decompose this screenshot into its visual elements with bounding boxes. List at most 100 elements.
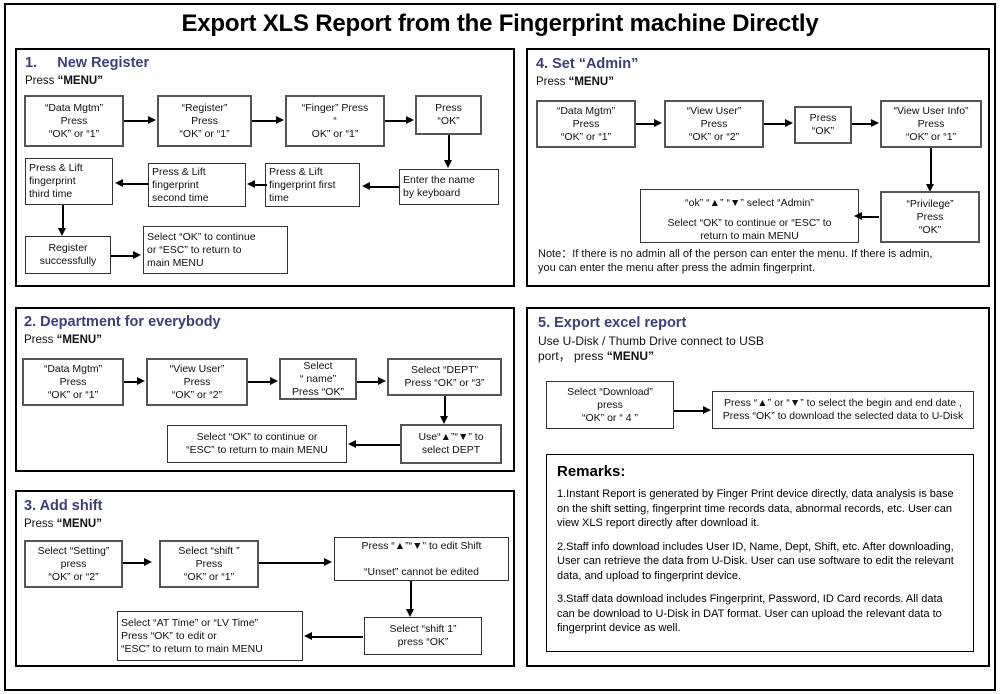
connector-line bbox=[636, 123, 655, 125]
arrow-left-icon bbox=[854, 212, 862, 220]
flow-box-select-time[interactable]: Select “AT Time” or “LV Time” Press “OK”… bbox=[117, 611, 303, 661]
flow-box-press-ok[interactable]: Press “OK” bbox=[794, 106, 852, 144]
remarks-item: 2.Staff info download includes User ID, … bbox=[557, 540, 954, 582]
arrow-left-icon bbox=[362, 182, 370, 190]
arrow-right-icon bbox=[378, 377, 386, 385]
flow-box-label: Use“▲”“▼” to select DEPT bbox=[418, 431, 484, 456]
panel-department: 2. Department for everybody Press “MENU”… bbox=[15, 307, 515, 472]
flow-box-label: Press “▲” or “▼” to select the begin and… bbox=[722, 397, 964, 422]
flow-box-data-mgtm[interactable]: “Data Mgtm” Press “OK” or “1” bbox=[536, 100, 636, 148]
flow-box-select-ok-continue[interactable]: Select “OK” to continue or “ESC” to retu… bbox=[143, 226, 288, 274]
flow-box-select-dept[interactable]: Select “DEPT” Press “OK” or “3” bbox=[387, 358, 502, 396]
connector-line bbox=[448, 135, 450, 162]
flow-box-select-shift1[interactable]: Select “shift 1” press “OK” bbox=[364, 617, 482, 655]
flow-box-select-admin[interactable]: “ok” “▲” “▼” select “Admin” Select “OK” … bbox=[640, 189, 859, 243]
flow-box-label: “Privilege” Press “OK” bbox=[906, 197, 954, 236]
flow-box-view-user[interactable]: “View User” Press “OK” or “2” bbox=[146, 358, 248, 406]
flow-box-label: Enter the name by keyboard bbox=[403, 174, 475, 199]
press-label: Press bbox=[24, 334, 57, 346]
flow-box-data-mgtm[interactable]: “Data Mgtm” Press “OK” or “1” bbox=[22, 358, 124, 406]
flow-box-label: “View User” Press “OK” or “2” bbox=[169, 362, 225, 401]
connector-line bbox=[764, 123, 786, 125]
flow-box-view-user[interactable]: “View User” Press “OK” or “2” bbox=[664, 100, 764, 148]
flow-box-label: Select “DEPT” Press “OK” or “3” bbox=[404, 364, 485, 389]
flow-box-enter-name[interactable]: Enter the name by keyboard bbox=[399, 169, 499, 205]
panel-subtitle-add-shift: Press “MENU” bbox=[24, 517, 102, 531]
flow-box-finger[interactable]: “Finger” Press “ OK” or “1” bbox=[285, 95, 385, 147]
flow-box-label: “View User” Press “OK” or “2” bbox=[686, 104, 742, 143]
flow-box-label: Select “shift ” Press “OK” or “1” bbox=[178, 544, 240, 583]
connector-line bbox=[124, 120, 149, 122]
menu-key-label: “MENU” bbox=[568, 76, 614, 88]
flow-box-lift-first[interactable]: Press & Lift fingerprint first time bbox=[265, 163, 360, 207]
menu-key-label: “MENU” bbox=[56, 518, 102, 530]
flow-box-select-shift[interactable]: Select “shift ” Press “OK” or “1” bbox=[159, 540, 259, 588]
connector-line bbox=[357, 381, 379, 383]
arrow-right-icon bbox=[276, 116, 284, 124]
press-label: Press bbox=[24, 518, 57, 530]
flow-box-label: “Register” Press “OK” or “1” bbox=[179, 101, 230, 140]
remarks-box: Remarks: 1.Instant Report is generated b… bbox=[546, 454, 974, 652]
connector-line bbox=[248, 381, 271, 383]
flow-box-label: Select “shift 1” press “OK” bbox=[389, 623, 457, 648]
flow-box-label: “Finger” Press “ OK” or “1” bbox=[301, 101, 369, 140]
flow-box-privilege[interactable]: “Privilege” Press “OK” bbox=[880, 191, 980, 243]
arrow-right-icon bbox=[785, 119, 793, 127]
flow-box-label: Select “ name” Press “OK” bbox=[292, 359, 344, 398]
panel-set-admin: 4. Set “Admin” Press “MENU” “Data Mgtm” … bbox=[526, 48, 990, 287]
flow-box-select-download[interactable]: Select “Download” press “OK” or “ 4 ” bbox=[546, 381, 674, 429]
flow-box-label-line2: Select “OK” to continue or “ESC” to retu… bbox=[667, 217, 832, 242]
flow-box-label: “Data Mgtm” Press “OK” or “1” bbox=[44, 101, 104, 140]
flow-box-view-user-info[interactable]: “View User Info” Press “OK” or “1” bbox=[880, 100, 982, 148]
flow-box-label: Select “OK” to continue or “ESC” to retu… bbox=[147, 230, 256, 269]
panel-subtitle-set-admin: Press “MENU” bbox=[536, 75, 614, 89]
arrow-right-icon bbox=[148, 116, 156, 124]
panel-new-register: 1. New Register Press “MENU” “Data Mgtm”… bbox=[15, 48, 515, 287]
panel-subtitle-export-report-line2: port， press “MENU” bbox=[538, 349, 654, 363]
connector-line bbox=[123, 562, 145, 564]
flow-box-label: Select “Setting” press “OK” or “2” bbox=[37, 544, 110, 583]
flow-box-use-arrows[interactable]: Use“▲”“▼” to select DEPT bbox=[400, 424, 502, 464]
flow-box-press-arrows[interactable]: Press “▲” or “▼” to select the begin and… bbox=[712, 391, 974, 429]
flow-box-label: Press & Lift fingerprint second time bbox=[152, 165, 209, 204]
flow-box-label: Press “▲”“▼” to edit Shift “Unset” canno… bbox=[361, 539, 482, 578]
connector-line bbox=[674, 410, 704, 412]
flow-box-data-mgtm[interactable]: “Data Mgtm” Press “OK” or “1” bbox=[24, 95, 124, 147]
flow-box-register-success[interactable]: Register successfully bbox=[25, 236, 111, 274]
menu-key-label: “MENU” bbox=[606, 349, 655, 363]
flow-box-register[interactable]: “Register” Press “OK” or “1” bbox=[157, 95, 252, 147]
arrow-right-icon bbox=[270, 377, 278, 385]
press-label: Press bbox=[536, 76, 569, 88]
arrow-right-icon bbox=[654, 119, 662, 127]
flow-box-select-ok-continue[interactable]: Select “OK” to continue or “ESC” to retu… bbox=[167, 425, 347, 463]
panel-title-new-register: 1. New Register bbox=[25, 55, 150, 71]
flow-box-label: Press “OK” bbox=[435, 102, 462, 127]
connector-line bbox=[410, 581, 412, 611]
page-title: Export XLS Report from the Fingerprint m… bbox=[181, 10, 819, 37]
panel-export-report: 5. Export excel report Use U-Disk / Thum… bbox=[526, 307, 990, 667]
flow-box-label: Select “AT Time” or “LV Time” Press “OK”… bbox=[121, 616, 263, 655]
arrow-left-icon bbox=[348, 440, 356, 448]
flow-box-select-setting[interactable]: Select “Setting” press “OK” or “2” bbox=[24, 540, 123, 588]
flow-box-press-ok[interactable]: Press “OK” bbox=[415, 95, 482, 135]
remarks-item: 1.Instant Report is generated by Finger … bbox=[557, 488, 954, 529]
flow-box-lift-third[interactable]: Press & Lift fingerprint third time bbox=[25, 158, 113, 205]
flow-box-lift-second[interactable]: Press & Lift fingerprint second time bbox=[148, 163, 246, 207]
menu-key-label: “MENU” bbox=[56, 334, 102, 346]
arrow-left-icon bbox=[247, 180, 255, 188]
flow-box-select-name[interactable]: Select “ name” Press “OK” bbox=[279, 358, 357, 400]
diagram-page: Export XLS Report from the Fingerprint m… bbox=[0, 0, 1000, 694]
arrow-right-icon bbox=[137, 377, 145, 385]
flow-box-label-line1: “ok” “▲” “▼” select “Admin” bbox=[685, 197, 814, 209]
flow-box-edit-shift[interactable]: Press “▲”“▼” to edit Shift “Unset” canno… bbox=[334, 537, 509, 581]
panel-add-shift: 3. Add shift Press “MENU” Select “Settin… bbox=[15, 490, 515, 667]
arrow-down-icon bbox=[444, 160, 452, 168]
panel-subtitle-department: Press “MENU” bbox=[24, 333, 102, 347]
connector-line bbox=[259, 562, 325, 564]
connector-line bbox=[385, 120, 407, 122]
flow-box-label: Press & Lift fingerprint third time bbox=[29, 162, 83, 200]
arrow-right-icon bbox=[703, 406, 711, 414]
arrow-down-icon bbox=[440, 416, 448, 424]
flow-box-label: “Data Mgtm” Press “OK” or “1” bbox=[43, 362, 103, 401]
flow-box-label: Select “OK” to continue or “ESC” to retu… bbox=[186, 431, 328, 456]
